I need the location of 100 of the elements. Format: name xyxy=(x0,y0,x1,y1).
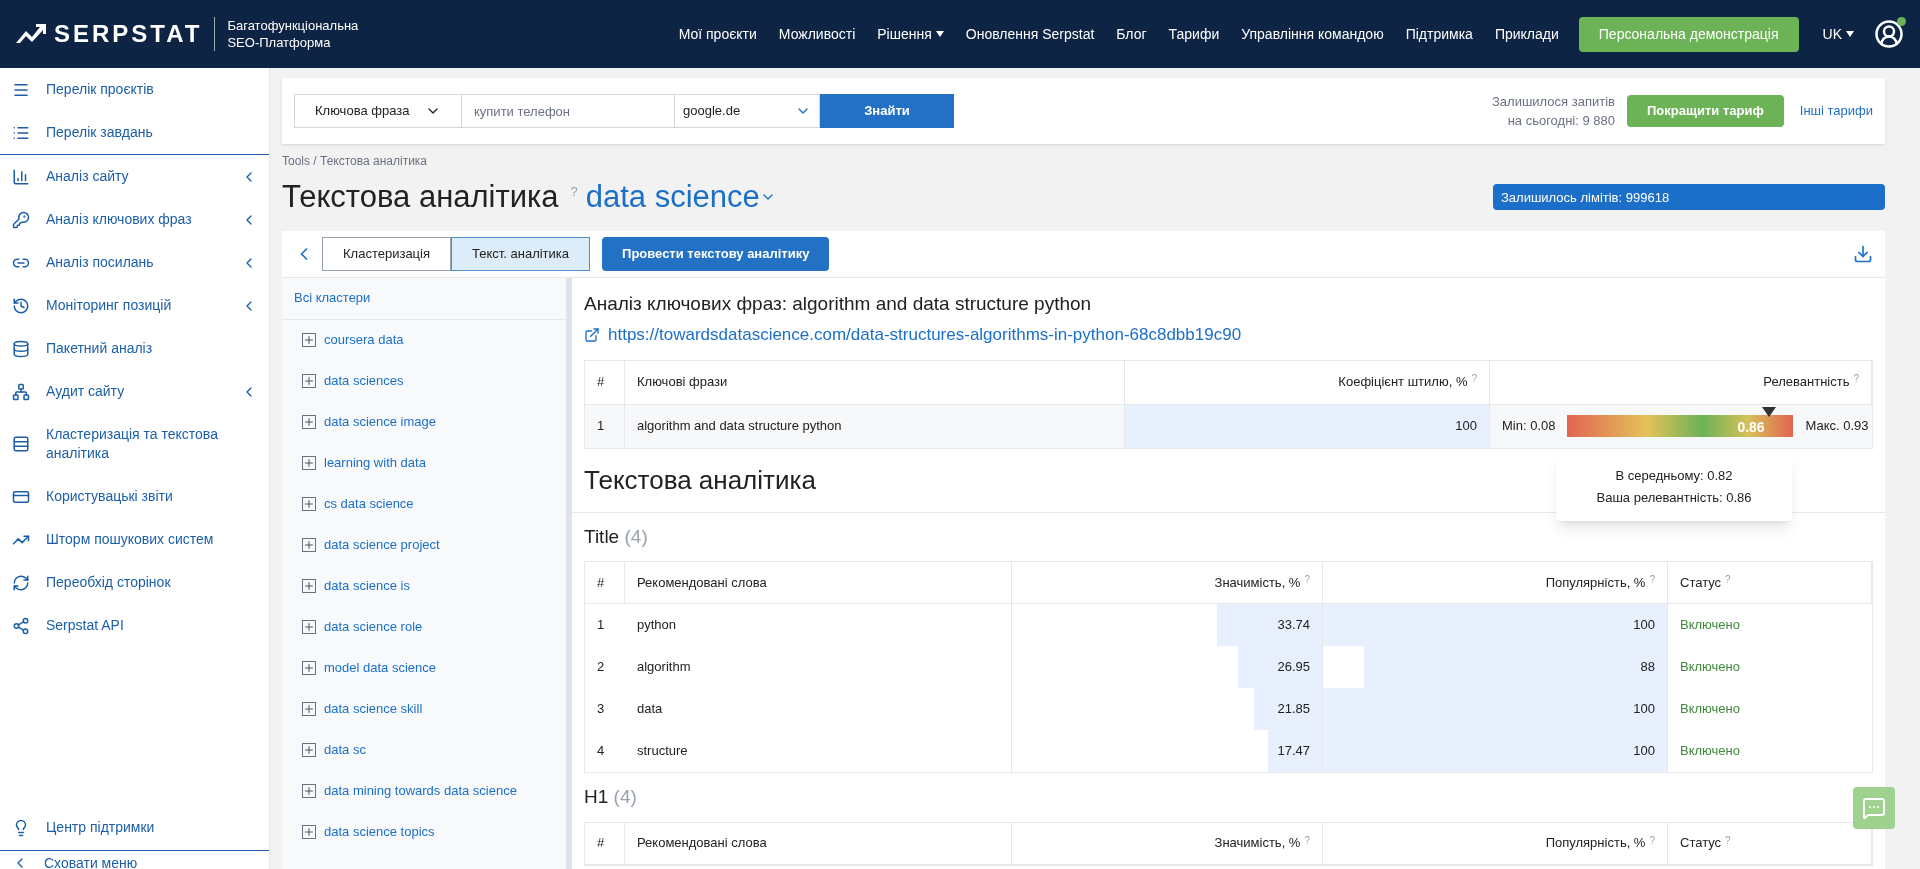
page-link[interactable]: https://towardsdatascience.com/data-structures-algorithms-in-python-68c8dbb19c90 xyxy=(608,322,1242,348)
all-clusters-item[interactable]: Всі кластери xyxy=(282,277,566,320)
sidebar-item[interactable]: Центр підтримки xyxy=(0,805,269,850)
language-selector[interactable]: UK xyxy=(1822,23,1854,45)
section-title: H1 xyxy=(584,786,609,807)
requests-left: Залишилося запитів xyxy=(1492,93,1615,111)
cluster-item[interactable]: data science is xyxy=(282,565,566,607)
sidebar-label: Аналіз ключових фраз xyxy=(46,210,193,229)
engine-select[interactable]: google.de xyxy=(674,94,820,128)
table-cell-text: 1 xyxy=(596,616,606,635)
section-heading: Текстова аналітика xyxy=(584,463,816,497)
sidebar-item[interactable]: Перелік завдань xyxy=(0,111,269,154)
download-icon[interactable] xyxy=(1853,243,1873,264)
database-icon xyxy=(12,339,30,358)
status-text: Включено xyxy=(1679,616,1741,635)
sidebar-item[interactable]: Шторм пошукових систем xyxy=(0,518,269,561)
column-header: Рекомендовані слова xyxy=(637,834,767,853)
table-cell: python xyxy=(625,604,1012,646)
cluster-item[interactable]: data science project xyxy=(282,524,566,566)
sidebar-item[interactable]: Аудит сайту xyxy=(0,370,269,413)
hierarchy-icon xyxy=(12,382,30,401)
sidebar-label: Serpstat API xyxy=(46,616,125,635)
status-text: Включено xyxy=(1679,700,1741,719)
nav-link[interactable]: Управління командою xyxy=(1241,23,1384,45)
tooltip-text: Ваша релевантність: 0.86 xyxy=(1595,488,1753,507)
tagline: Багатофункціональна xyxy=(227,17,359,34)
plus-icon[interactable] xyxy=(302,538,316,552)
hide-menu-button[interactable]: Сховати меню xyxy=(0,851,269,869)
nav-link[interactable]: Можливості xyxy=(778,23,856,45)
cluster-item[interactable]: data science skill xyxy=(282,688,566,730)
rows-icon xyxy=(12,435,30,453)
sidebar-item[interactable]: Моніторинг позицій xyxy=(0,284,269,327)
tab[interactable]: Текст. аналітика xyxy=(451,236,591,271)
cluster-item[interactable]: data mining towards data science xyxy=(282,770,566,812)
plans-link[interactable]: Інші тарифи xyxy=(1799,101,1873,121)
avatar-icon[interactable] xyxy=(1874,19,1904,49)
cluster-item[interactable]: data sc xyxy=(282,729,566,771)
plus-icon[interactable] xyxy=(302,661,316,675)
status-text: Включено xyxy=(1679,658,1741,677)
logo-icon xyxy=(16,23,46,45)
plus-icon[interactable] xyxy=(302,415,316,429)
plus-icon[interactable] xyxy=(302,333,316,347)
nav-link[interactable]: Блог xyxy=(1116,23,1147,45)
table-cell-text: 100 xyxy=(1633,616,1655,635)
column-header: Популярність, % xyxy=(1545,834,1646,853)
section-title: Title xyxy=(584,525,620,547)
cluster-item[interactable]: data science image xyxy=(282,401,566,443)
nav-link[interactable]: Тарифи xyxy=(1168,23,1220,45)
sidebar-item[interactable]: Кластеризація та текстова аналітика xyxy=(0,413,269,475)
sidebar-item[interactable]: Користувацькі звіти xyxy=(0,475,269,518)
table-cell-text: 33.74 xyxy=(1277,616,1310,635)
column-header: Релевантність xyxy=(1763,373,1850,392)
max-value: Макс. 0.93 xyxy=(1805,417,1869,436)
cluster-item[interactable]: data science role xyxy=(282,606,566,648)
plus-icon[interactable] xyxy=(302,374,316,388)
plus-icon[interactable] xyxy=(302,784,316,798)
section-count: (4) xyxy=(624,525,648,547)
column-header: Рекомендовані слова xyxy=(637,573,767,592)
sidebar-item[interactable]: Переобхід сторінок xyxy=(0,561,269,604)
sidebar-item[interactable]: Serpstat API xyxy=(0,604,269,647)
sidebar-item[interactable]: Аналіз ключових фраз xyxy=(0,198,269,241)
refresh-icon xyxy=(12,573,30,592)
run-analysis-button[interactable]: Провести текстову аналітику xyxy=(602,236,830,271)
table-cell: 100 xyxy=(1125,404,1490,448)
nav-link[interactable]: Приклади xyxy=(1494,23,1559,45)
find-button[interactable]: Знайти xyxy=(820,94,954,128)
plus-icon[interactable] xyxy=(302,825,316,839)
cluster-item[interactable]: data sciences xyxy=(282,360,566,402)
cluster-item[interactable]: cs data science xyxy=(282,483,566,525)
nav-link[interactable]: Підтримка xyxy=(1405,23,1473,45)
project-selector[interactable]: data science xyxy=(585,174,776,221)
sidebar-label: Переобхід сторінок xyxy=(46,573,172,592)
key-icon xyxy=(12,210,30,229)
sidebar-label: Пакетний аналіз xyxy=(46,339,154,358)
sidebar-item[interactable]: Пакетний аналіз xyxy=(0,327,269,370)
nav-link[interactable]: Рішення xyxy=(877,23,944,45)
plus-icon[interactable] xyxy=(302,743,316,757)
tab[interactable]: Кластеризація xyxy=(322,236,451,271)
page-title: Текстова аналітика xyxy=(282,178,559,216)
plus-icon[interactable] xyxy=(302,579,316,593)
mode-select[interactable]: Ключова фраза xyxy=(294,94,462,128)
plus-icon[interactable] xyxy=(302,497,316,511)
table-cell-text: 26.95 xyxy=(1277,658,1310,677)
cluster-item[interactable]: learning with data xyxy=(282,442,566,484)
plus-icon[interactable] xyxy=(302,702,316,716)
cluster-item[interactable]: data science topics xyxy=(282,811,566,853)
cluster-item[interactable]: coursera data xyxy=(282,319,566,361)
sidebar-item[interactable]: Аналіз посилань xyxy=(0,241,269,284)
nav-link[interactable]: Оновлення Serpstat xyxy=(965,23,1095,45)
column-header: Ключові фрази xyxy=(637,373,728,392)
sidebar-item[interactable]: Аналіз сайту xyxy=(0,155,269,198)
sidebar-item[interactable]: Перелік проєктів xyxy=(0,68,269,111)
cluster-item[interactable]: model data science xyxy=(282,647,566,689)
plus-icon[interactable] xyxy=(302,456,316,470)
plus-icon[interactable] xyxy=(302,620,316,634)
search-field[interactable]: купити телефон xyxy=(462,94,674,128)
logo[interactable]: SERPSTAT xyxy=(16,16,203,52)
table-cell: 1 xyxy=(585,404,625,448)
nav-link[interactable]: Мої проєкти xyxy=(678,23,757,45)
table-cell-text: 100 xyxy=(1633,700,1655,719)
